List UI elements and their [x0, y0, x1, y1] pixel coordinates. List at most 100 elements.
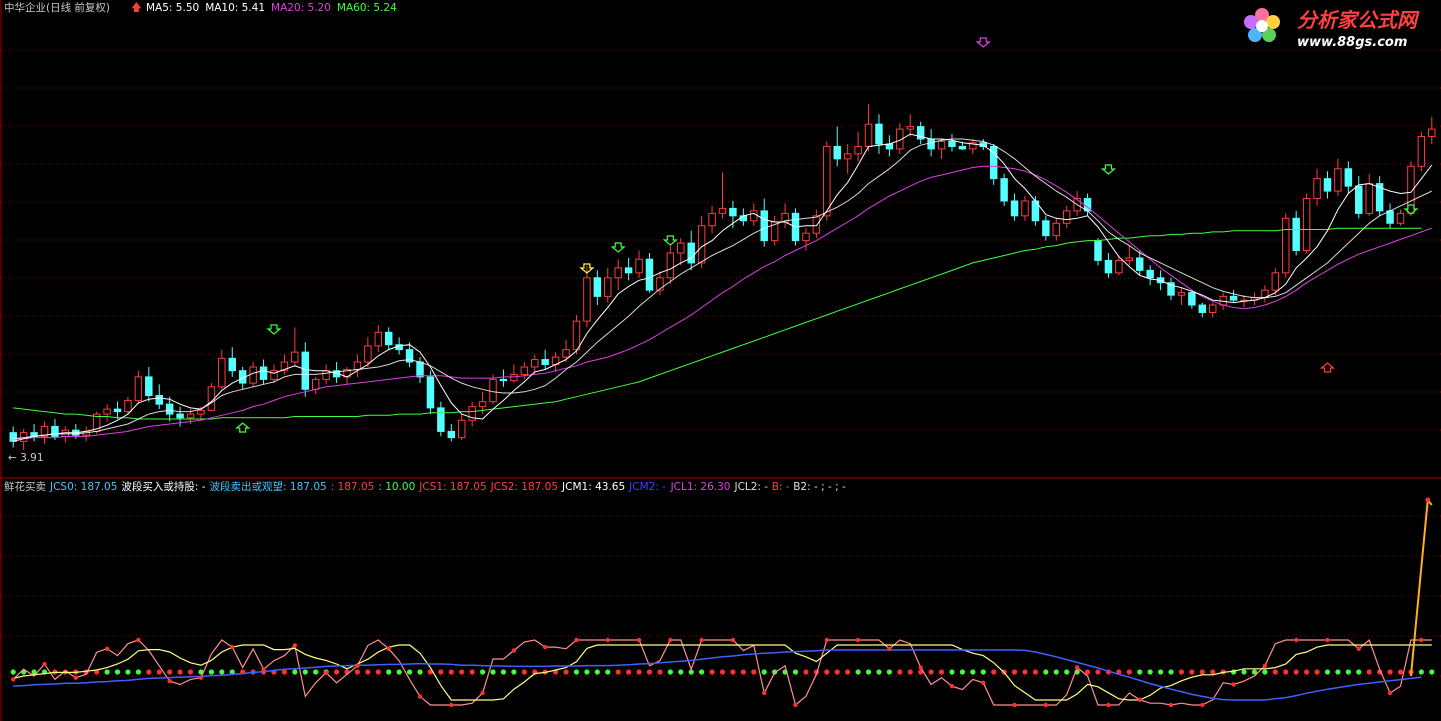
- oscillator-point: [793, 702, 798, 708]
- candle-body: [478, 401, 487, 408]
- signal-dot: [1189, 669, 1195, 675]
- signal-dot: [1272, 669, 1278, 675]
- low-price-label: ← 3.91: [8, 452, 44, 464]
- chart-grid: [0, 0, 1441, 721]
- oscillator-point: [668, 637, 673, 643]
- candle-body: [864, 123, 873, 147]
- signal-dot: [834, 669, 840, 675]
- signal-dot: [386, 669, 392, 675]
- legend-item: 波段卖出或观望: 187.05: [210, 480, 327, 493]
- oscillator-point: [386, 646, 391, 651]
- signal-dot: [1095, 669, 1101, 675]
- candle: [989, 143, 998, 185]
- oscillator-point: [542, 644, 548, 650]
- signal-dot: [1397, 669, 1404, 675]
- main-title: 中华企业(日线 前复权): [4, 1, 110, 14]
- candle-body: [541, 359, 549, 366]
- signal-dot: [667, 669, 673, 675]
- legend-item: JCL1: 26.30: [670, 481, 731, 493]
- ma-legend: MA5: 5.50 MA10: 5.41 MA20: 5.20 MA60: 5.24: [146, 2, 397, 14]
- signal-dot: [1356, 669, 1362, 675]
- signal-dot: [167, 669, 173, 675]
- legend-item: B2: - ; - ; -: [793, 481, 846, 493]
- candle-body: [1146, 269, 1154, 279]
- signal-dot: [208, 669, 214, 675]
- candle-body: [447, 430, 456, 439]
- signal-dot: [605, 669, 611, 675]
- signal-dot: [980, 669, 986, 675]
- candle-body: [1135, 257, 1144, 271]
- signal-dot: [1157, 669, 1164, 675]
- candle-body: [197, 409, 205, 415]
- candle: [426, 370, 435, 415]
- signal-dot: [521, 669, 527, 675]
- candle-body: [1010, 200, 1019, 217]
- candle-body: [176, 413, 184, 419]
- candle-body: [739, 215, 748, 222]
- candle-body: [572, 320, 581, 351]
- candle-body: [718, 207, 727, 214]
- candle-body: [1334, 168, 1342, 192]
- candle-body: [499, 378, 508, 382]
- oscillator-point: [699, 637, 704, 643]
- candle-body: [1042, 220, 1050, 237]
- candle-body: [604, 277, 612, 297]
- signal-dot: [354, 669, 361, 675]
- signal-dot: [563, 669, 569, 675]
- candle-body: [1104, 259, 1113, 274]
- candle-body: [635, 258, 643, 274]
- candle-body: [1355, 185, 1363, 214]
- oscillator-point: [73, 675, 78, 680]
- signal-dot: [626, 669, 632, 675]
- candle-body: [927, 138, 935, 150]
- candle-body: [1188, 292, 1196, 306]
- oscillator-point: [981, 680, 986, 685]
- signal-dot: [1324, 669, 1331, 675]
- signal-dot: [396, 669, 402, 675]
- oscillator-point: [1137, 697, 1142, 702]
- signal-dot: [177, 669, 183, 675]
- candle-body: [1229, 295, 1238, 301]
- stock-chart[interactable]: 中华企业(日线 前复权) 🡅 MA5: 5.50 MA10: 5.41 MA20: …: [0, 0, 1441, 721]
- signal-dot: [865, 669, 872, 675]
- legend-item: MA60: 5.24: [337, 2, 397, 14]
- signal-dot: [803, 669, 809, 675]
- signal-dot: [730, 669, 736, 675]
- oscillator-point: [323, 670, 329, 675]
- signal-dot: [699, 669, 705, 675]
- indicator-legend: 鲜花买卖 JCS0: 187.05 波段买入或持股: - 波段卖出或观望: 187.0…: [4, 480, 846, 493]
- signal-dot: [104, 669, 110, 675]
- signal-dot: [751, 669, 757, 675]
- oscillator-point: [605, 637, 610, 643]
- legend-item: 波段买入或持股: -: [121, 480, 205, 493]
- candle-body: [666, 252, 675, 279]
- candle-body: [1094, 240, 1102, 261]
- candle-body: [562, 349, 570, 358]
- signal-dot: [333, 669, 340, 675]
- signal-dot: [1137, 669, 1143, 675]
- candle-body: [1177, 292, 1186, 296]
- signal-dot: [646, 669, 653, 675]
- candle-body: [802, 232, 810, 242]
- candle-body: [1209, 304, 1217, 313]
- candle-body: [823, 145, 831, 217]
- candle-body: [113, 408, 122, 413]
- signal-dot: [845, 669, 851, 675]
- oscillator-point: [355, 663, 360, 668]
- signal-dot: [907, 669, 913, 675]
- candle-body: [155, 394, 163, 405]
- signal-dot: [114, 669, 121, 675]
- signal-dot: [438, 669, 444, 675]
- candle-body: [614, 267, 622, 279]
- signal-dot: [1335, 669, 1341, 675]
- candle-body: [1386, 210, 1394, 224]
- signal-dot: [959, 669, 966, 675]
- legend-item: JCM2: -: [628, 481, 666, 493]
- signal-dot: [1387, 669, 1393, 675]
- oscillator-point: [824, 637, 830, 643]
- candle-body: [677, 242, 685, 254]
- signal-dot: [187, 669, 194, 675]
- signal-dot: [1345, 669, 1351, 675]
- candle-body: [145, 376, 153, 396]
- signal-dot: [761, 669, 767, 675]
